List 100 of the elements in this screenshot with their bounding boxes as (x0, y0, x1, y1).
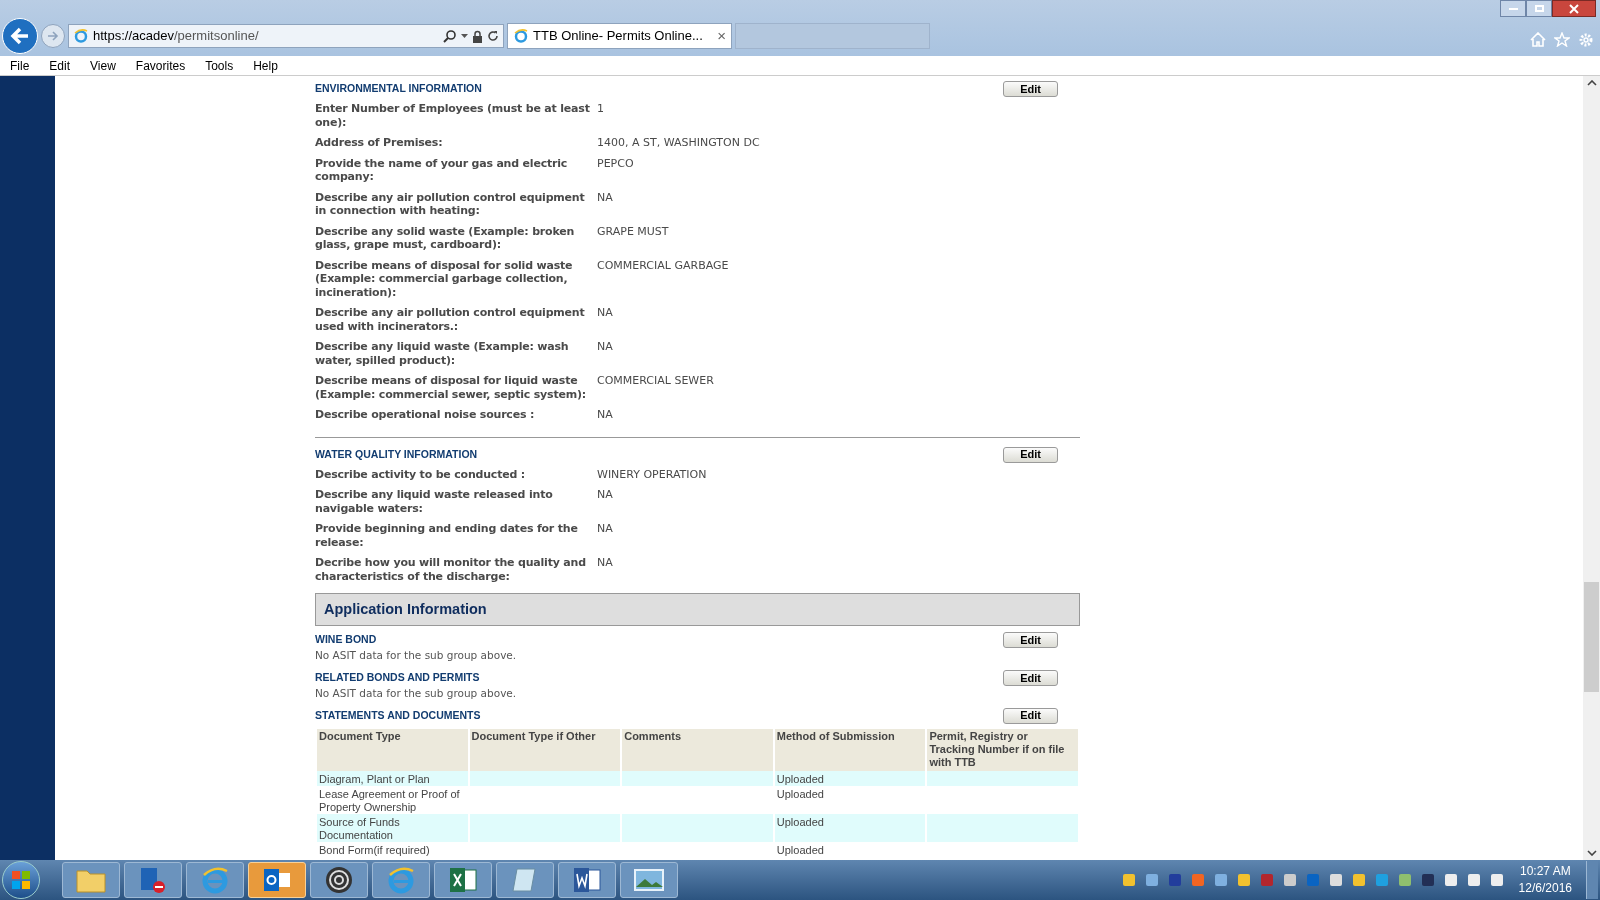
table-cell: Source of Funds Documentation (317, 813, 468, 842)
no-data-note: No ASIT data for the sub group above. (315, 648, 518, 663)
taskbar-app-button[interactable] (620, 862, 678, 898)
tray-icon[interactable] (1327, 872, 1344, 888)
refresh-icon[interactable] (487, 30, 499, 42)
taskbar-app-button[interactable] (434, 862, 492, 898)
menu-item[interactable]: Help (253, 56, 278, 75)
start-button[interactable] (2, 861, 40, 899)
field-value: GRAPE MUST (597, 224, 670, 240)
tab-close-button[interactable]: × (717, 24, 726, 48)
tray-icon[interactable] (1212, 872, 1229, 888)
field-label: Describe any liquid waste (Example: wash water, spilled product): (315, 340, 570, 367)
browser-icon (513, 28, 529, 44)
field-label: Provide the name of your gas and electric company: (315, 156, 569, 184)
field-label: Describe any air pollution control equipment in connection with heating: (315, 190, 586, 218)
field-label: Describe any liquid waste released into navigable waters: (315, 488, 554, 515)
field-value: NA (597, 556, 614, 571)
field-label: Describe activity to be conducted : (315, 467, 526, 481)
browser-icon (73, 28, 89, 44)
show-desktop-button[interactable] (1586, 861, 1598, 899)
clock-time[interactable]: 10:27 AM (1519, 863, 1571, 880)
clock-date[interactable]: 12/6/2016 (1518, 880, 1572, 897)
column-header: Document Type (317, 728, 468, 771)
menu-item[interactable]: Favorites (135, 56, 186, 75)
spreadsheet-app-icon (448, 866, 478, 894)
search-icon[interactable] (443, 29, 457, 43)
field-value: 1400, A ST, WASHINGTON DC (597, 136, 761, 150)
field-label: Decribe how you will monitor the quality and characteristics of the discharge: (315, 556, 587, 583)
taskbar-app-button[interactable] (248, 862, 306, 898)
menu-item[interactable]: Tools (205, 56, 234, 75)
close-button[interactable] (1552, 0, 1596, 17)
column-header: Method of Submission (774, 728, 926, 771)
back-button[interactable] (2, 18, 38, 54)
scroll-down-icon[interactable] (1586, 850, 1597, 856)
caret-icon[interactable] (461, 34, 468, 38)
browser-icon (386, 865, 416, 895)
forward-button[interactable] (41, 24, 65, 48)
field-value: NA (597, 408, 614, 422)
windows-logo-icon (11, 870, 31, 890)
field-value: NA (597, 488, 614, 503)
minimize-button[interactable] (1500, 0, 1526, 17)
subgroup-title: RELATED BONDS AND PERMITS (315, 669, 480, 685)
edit-button[interactable]: Edit (1003, 632, 1058, 648)
field-label: Describe operational noise sources : (315, 408, 536, 422)
tray-icon[interactable] (1281, 872, 1298, 888)
edit-button[interactable]: Edit (1003, 707, 1058, 724)
field-value: WINERY OPERATION (597, 467, 708, 481)
folder-icon (76, 867, 106, 893)
tab-title: TTB Online- Permits Online... (533, 27, 703, 46)
tray-icon[interactable] (1465, 872, 1482, 888)
close-icon (1569, 3, 1579, 14)
taskbar-app-button[interactable] (310, 862, 368, 898)
restore-button[interactable] (1526, 0, 1552, 17)
field-value: NA (597, 340, 614, 355)
field-label: Address of Premises: (315, 136, 444, 150)
field-value: COMMERCIAL GARBAGE (597, 258, 730, 274)
column-header: Permit, Registry or Tracking Number if on file with TTB (927, 728, 1078, 771)
section-title: WATER QUALITY INFORMATION (315, 446, 478, 462)
subgroup-title: WINE BOND (315, 632, 377, 648)
edit-button[interactable]: Edit (1003, 669, 1058, 686)
star-icon[interactable] (1554, 32, 1570, 47)
table-cell: Uploaded (774, 813, 926, 842)
tray-icon[interactable] (1488, 872, 1505, 888)
tray-icon[interactable] (1120, 872, 1137, 888)
tray-icon[interactable] (1235, 872, 1252, 888)
edit-button[interactable]: Edit (1003, 446, 1058, 463)
column-header: Comments (622, 728, 773, 771)
notepad-icon (511, 866, 539, 894)
tray-icon[interactable] (1350, 872, 1367, 888)
address-bar[interactable]: https://acadev/permitsonline/ (68, 24, 504, 48)
lock-icon (472, 29, 483, 43)
tray-icon[interactable] (1143, 872, 1160, 888)
subgroup-title: STATEMENTS AND DOCUMENTS (315, 707, 481, 723)
field-label: Enter Number of Employees (must be at least one): (315, 102, 591, 129)
back-arrow-icon (10, 27, 30, 45)
scroll-up-icon[interactable] (1586, 80, 1597, 86)
edit-button[interactable]: Edit (1003, 81, 1058, 97)
field-label: Describe means of disposal for solid waste (Example: commercial garbage collection, incineration): (315, 258, 574, 299)
menu-item[interactable]: Edit (49, 56, 71, 75)
mail-app-icon (262, 867, 292, 893)
field-value: NA (597, 306, 614, 321)
field-value: NA (597, 190, 614, 206)
scrollbar[interactable] (1583, 76, 1600, 860)
section-title: ENVIRONMENTAL INFORMATION (315, 81, 482, 97)
field-value: PEPCO (597, 156, 635, 172)
taskbar-app-button[interactable] (558, 862, 616, 898)
tray-icon[interactable] (1442, 872, 1459, 888)
field-label: Describe any air pollution control equipment used with incinerators.: (315, 306, 586, 333)
field-label: Provide beginning and ending dates for the release: (315, 522, 579, 549)
tray-icon[interactable] (1396, 872, 1413, 888)
document-app-icon (572, 866, 602, 894)
scroll-thumb[interactable] (1584, 582, 1599, 692)
tray-icon[interactable] (1419, 872, 1436, 888)
menu-item[interactable]: File (10, 56, 30, 75)
field-label: Describe any solid waste (Example: broken glass, grape must, cardboard): (315, 224, 576, 252)
forward-arrow-icon (47, 31, 59, 41)
field-value: COMMERCIAL SEWER (597, 374, 715, 389)
menu-item[interactable]: View (90, 56, 116, 75)
field-value: 1 (597, 102, 605, 117)
browser-tab[interactable]: TTB Online- Permits Online... × (507, 23, 732, 49)
